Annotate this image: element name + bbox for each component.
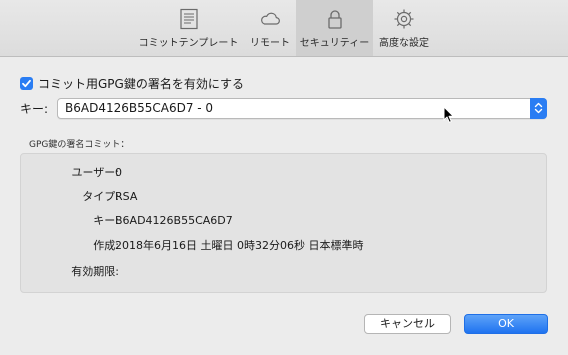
expiration-label: 有効期限: — [71, 265, 119, 278]
checkmark-icon — [22, 79, 31, 88]
info-row-type: タイプ: RSA — [21, 189, 541, 205]
enable-gpg-signing-checkbox[interactable] — [20, 77, 33, 90]
lock-icon — [323, 7, 347, 31]
enable-gpg-signing-label[interactable]: コミット用GPG鍵の署名を有効にする — [38, 76, 244, 92]
group-title: GPG鍵の署名コミット： — [29, 140, 130, 150]
key-select[interactable]: B6AD4126B55CA6D7 - 0 — [57, 98, 547, 119]
cancel-button[interactable]: キャンセル — [364, 314, 451, 334]
info-row-created: 作成: 2018年6月16日 土曜日 0時32分06秒 日本標準時 — [21, 238, 541, 254]
gear-icon — [392, 7, 416, 31]
type-label: タイプ: — [82, 190, 119, 203]
key-label: キー: — [20, 102, 49, 116]
tab-commit-template[interactable]: コミットテンプレート — [133, 0, 244, 56]
preferences-toolbar: コミットテンプレート リモート セキュリティー 高度な設定 — [0, 0, 568, 57]
tab-label: セキュリティー — [299, 38, 370, 49]
created-value: 2018年6月16日 土曜日 0時32分06秒 日本標準時 — [115, 239, 364, 252]
user-value: 0 — [115, 166, 122, 179]
key-select-value: B6AD4126B55CA6D7 - 0 — [65, 101, 214, 115]
tab-advanced[interactable]: 高度な設定 — [375, 0, 433, 56]
ok-button[interactable]: OK — [464, 314, 548, 334]
tab-security[interactable]: セキュリティー — [296, 0, 373, 56]
user-label: ユーザー: — [71, 166, 120, 179]
info-row-key: キー: B6AD4126B55CA6D7 — [21, 213, 541, 229]
signature-details-box: ユーザー: 0 タイプ: RSA キー: B6AD4126B55CA6D7 作成… — [20, 153, 547, 293]
cloud-icon — [258, 7, 282, 31]
tab-remote[interactable]: リモート — [246, 0, 294, 56]
type-value: RSA — [115, 190, 138, 203]
mouse-pointer-icon — [443, 106, 455, 124]
info-row-expiration: 有効期限: — [21, 264, 541, 280]
select-arrows-icon[interactable] — [530, 98, 547, 119]
tab-label: 高度な設定 — [379, 38, 429, 49]
tab-label: コミットテンプレート — [138, 38, 239, 49]
tab-label: リモート — [250, 38, 290, 49]
info-row-user: ユーザー: 0 — [21, 165, 541, 181]
key-id-value: B6AD4126B55CA6D7 — [115, 214, 233, 227]
document-icon — [177, 7, 201, 31]
